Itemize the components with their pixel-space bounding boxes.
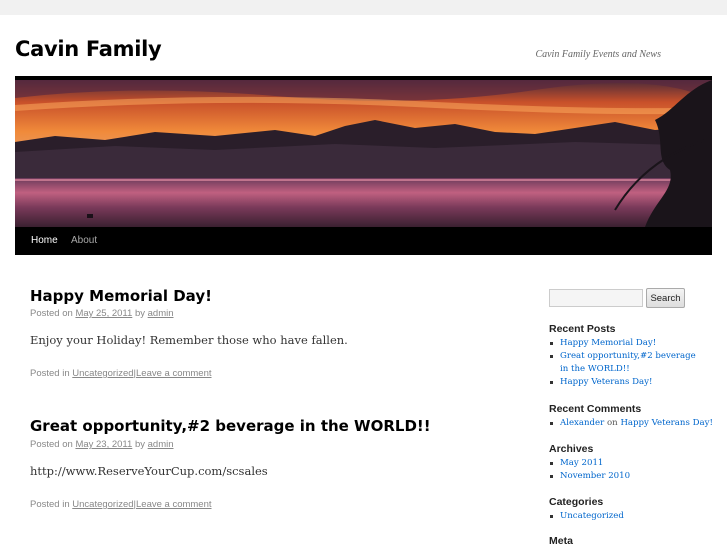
search-button[interactable]: Search bbox=[646, 288, 685, 308]
post-content: http://www.ReserveYourCup.com/scsales bbox=[30, 464, 268, 478]
posted-in-label: Posted in bbox=[30, 499, 70, 510]
post-meta: Posted on May 25, 2011 by admin bbox=[30, 308, 174, 319]
archive-link[interactable]: November 2010 bbox=[560, 471, 630, 481]
list-item: Alexander on Happy Veterans Day! bbox=[549, 417, 719, 430]
author-link[interactable]: admin bbox=[148, 308, 174, 319]
categories-list: Uncategorized bbox=[549, 510, 699, 523]
post-utility: Posted in Uncategorized|Leave a comment bbox=[30, 368, 212, 379]
post-meta: Posted on May 23, 2011 by admin bbox=[30, 439, 174, 450]
meta-title: Meta bbox=[549, 535, 573, 545]
category-link[interactable]: Uncategorized bbox=[560, 511, 624, 521]
page-wrapper: Cavin Family Cavin Family Events and New… bbox=[0, 15, 727, 545]
by-label: by bbox=[134, 439, 145, 450]
site-description: Cavin Family Events and News bbox=[535, 49, 661, 60]
site-title[interactable]: Cavin Family bbox=[15, 37, 162, 61]
post-date-link[interactable]: May 25, 2011 bbox=[75, 308, 132, 319]
recent-post-link[interactable]: Happy Memorial Day! bbox=[560, 338, 656, 348]
recent-post-link[interactable]: Great opportunity,#2 beverage in the WOR… bbox=[560, 351, 696, 374]
posted-on-label: Posted on bbox=[30, 308, 73, 319]
nav-item-about[interactable]: About bbox=[63, 227, 105, 255]
post-utility: Posted in Uncategorized|Leave a comment bbox=[30, 499, 212, 510]
archives-list: May 2011 November 2010 bbox=[549, 457, 699, 483]
posted-in-label: Posted in bbox=[30, 368, 70, 379]
archive-link[interactable]: May 2011 bbox=[560, 458, 603, 468]
category-link[interactable]: Uncategorized bbox=[72, 368, 133, 379]
list-item: Happy Memorial Day! bbox=[549, 337, 699, 350]
comment-author-link[interactable]: Alexander bbox=[560, 418, 604, 428]
categories-title: Categories bbox=[549, 496, 604, 508]
search-input[interactable] bbox=[549, 289, 643, 307]
list-item: Uncategorized bbox=[549, 510, 699, 523]
comment-link[interactable]: Leave a comment bbox=[136, 499, 212, 510]
list-item: May 2011 bbox=[549, 457, 699, 470]
recent-comments-list: Alexander on Happy Veterans Day! bbox=[549, 417, 719, 430]
list-item: Great opportunity,#2 beverage in the WOR… bbox=[549, 350, 699, 376]
post-content: Enjoy your Holiday! Remember those who h… bbox=[30, 333, 348, 347]
by-label: by bbox=[134, 308, 145, 319]
recent-post-link[interactable]: Happy Veterans Day! bbox=[560, 377, 652, 387]
archives-title: Archives bbox=[549, 443, 594, 455]
comment-link[interactable]: Leave a comment bbox=[136, 368, 212, 379]
posted-on-label: Posted on bbox=[30, 439, 73, 450]
author-link[interactable]: admin bbox=[148, 439, 174, 450]
header-image bbox=[15, 76, 712, 231]
post-date-link[interactable]: May 23, 2011 bbox=[75, 439, 132, 450]
list-item: November 2010 bbox=[549, 470, 699, 483]
recent-posts-title: Recent Posts bbox=[549, 323, 616, 335]
post-title[interactable]: Happy Memorial Day! bbox=[30, 287, 212, 305]
recent-posts-list: Happy Memorial Day! Great opportunity,#2… bbox=[549, 337, 699, 389]
post-title[interactable]: Great opportunity,#2 beverage in the WOR… bbox=[30, 417, 431, 435]
recent-comments-title: Recent Comments bbox=[549, 403, 642, 415]
main-navigation: Home About bbox=[15, 227, 712, 255]
comment-post-link[interactable]: Happy Veterans Day! bbox=[620, 418, 712, 428]
nav-item-home[interactable]: Home bbox=[23, 227, 66, 255]
list-item: Happy Veterans Day! bbox=[549, 376, 699, 389]
on-label: on bbox=[606, 418, 618, 428]
category-link[interactable]: Uncategorized bbox=[72, 499, 133, 510]
